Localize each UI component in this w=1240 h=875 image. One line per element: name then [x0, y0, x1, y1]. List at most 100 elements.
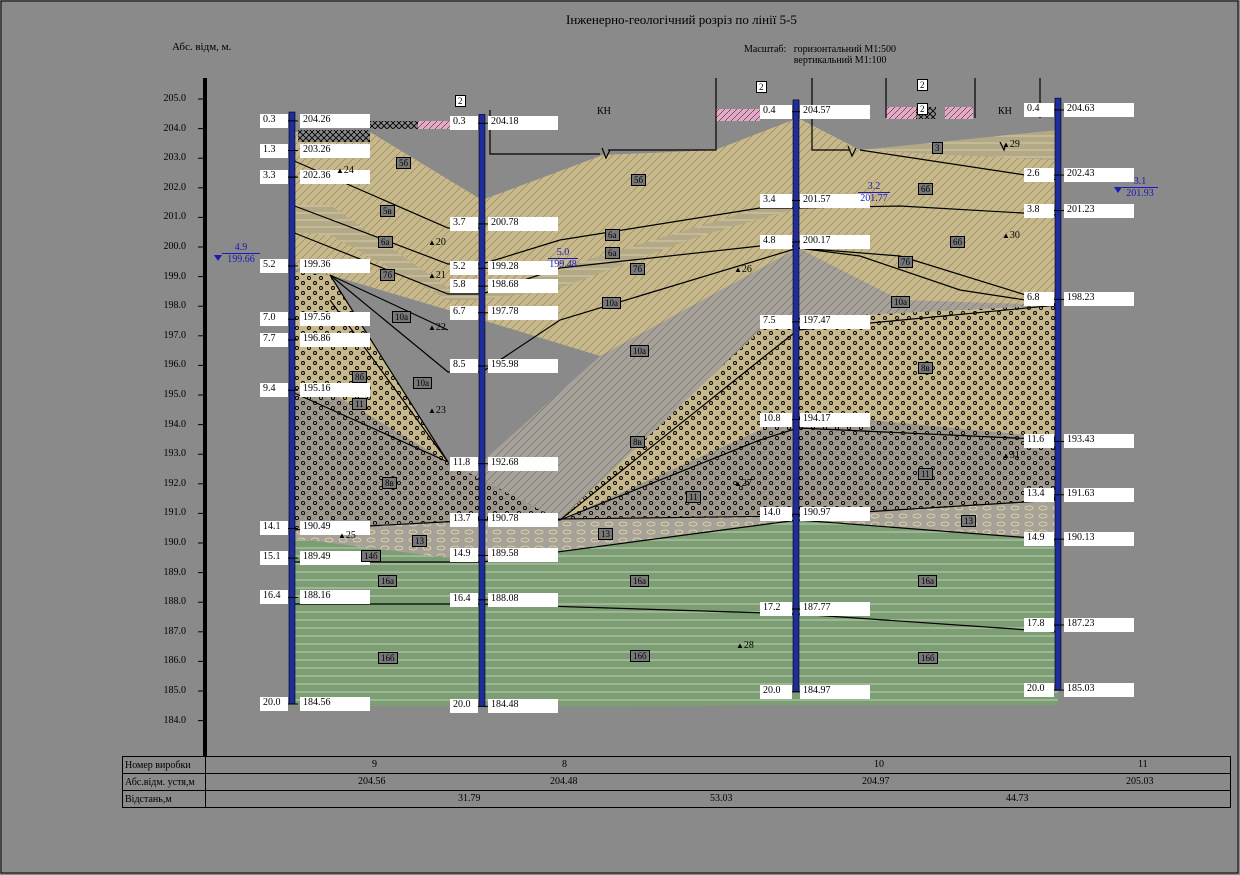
sample-point-label: 31 [1009, 450, 1020, 461]
triangle-icon: ▲ [1002, 140, 1010, 149]
layer-elevation: 192.68 [488, 456, 558, 471]
layer-depth: 15.1 [260, 551, 288, 566]
layer-elevation: 190.97 [800, 507, 870, 522]
layer-elevation: 191.63 [1064, 487, 1134, 502]
elevation-tick-label: 185.0 [163, 685, 187, 696]
elevation-tick-label: 192.0 [163, 477, 187, 489]
sample-point: ▲30 [1002, 230, 1020, 242]
elevation-tick-label: 184.0 [163, 714, 187, 726]
elevations-row: 204.56 204.48 204.97 205.03 [205, 773, 1231, 791]
layer-code: 8б [352, 371, 368, 383]
layer-depth: 8.5 [450, 358, 478, 373]
elevation-tick-label: 204.0 [163, 122, 187, 134]
layer-elevation: 197.56 [300, 312, 370, 327]
triangle-icon: ▲ [734, 479, 742, 488]
layer-code: 8в [630, 436, 645, 448]
layer-elevation: 198.68 [488, 279, 558, 294]
layer-elevation: 202.36 [300, 170, 370, 185]
layer-elevation: 185.03 [1064, 683, 1134, 698]
layer-elevation: 204.63 [1064, 102, 1134, 117]
elevation-tick-label: 189.0 [163, 566, 187, 578]
layer-depth: 5.2 [260, 258, 288, 273]
layer-depth: 0.4 [760, 104, 792, 119]
layer-elevation: 195.98 [488, 358, 558, 373]
sample-point-label: 30 [1009, 230, 1020, 241]
layer-code: 16б [630, 650, 650, 662]
distance-value: 44.73 [1006, 793, 1029, 804]
triangle-icon: ▲ [736, 641, 744, 650]
well-number: 9 [372, 759, 377, 770]
distances-row: 31.79 53.03 44.73 [205, 790, 1231, 808]
layer-code: 11 [918, 468, 933, 480]
layer-depth: 5.8 [450, 279, 478, 294]
layer-elevation: 197.78 [488, 305, 558, 320]
layer-depth: 6.8 [1024, 292, 1054, 307]
layer-elevation: 201.23 [1064, 203, 1134, 218]
layer-elevation: 200.17 [800, 234, 870, 249]
section-drawing [0, 0, 1239, 874]
sample-point-label: 28 [743, 640, 754, 651]
sample-point-label: 25 [345, 530, 356, 541]
layer-elevation: 190.78 [488, 512, 558, 527]
layer-elevation: 197.47 [800, 314, 870, 329]
layer-elevation: 198.23 [1064, 292, 1134, 307]
geological-section: Інженерно-геологічний розріз по лінії 5-… [0, 0, 1240, 875]
sample-point: ▲26 [734, 264, 752, 276]
layer-depth: 1.3 [260, 143, 288, 158]
numbers-row: 9 8 10 11 [205, 756, 1231, 774]
layer-elevation: 199.36 [300, 258, 370, 273]
sample-point: ▲28 [736, 640, 754, 652]
layer-code: 10а [891, 296, 910, 308]
sample-point-label: 21 [435, 270, 446, 281]
layer-code: 16а [918, 575, 937, 587]
row-label-elevation: Абс.відм. устя,м [122, 773, 206, 791]
water-level-icon [1114, 187, 1122, 193]
water-level-icon [214, 255, 222, 261]
layer-depth: 3.4 [760, 193, 792, 208]
layer-depth: 11.8 [450, 456, 478, 471]
borehole-column [288, 111, 296, 705]
layer-elevation: 190.13 [1064, 532, 1134, 547]
layer-elevation: 188.16 [300, 590, 370, 605]
triangle-icon: ▲ [336, 166, 344, 175]
layer-elevation: 200.78 [488, 216, 558, 231]
elevation-tick-label: 190.0 [163, 537, 187, 548]
layer-code: 11 [686, 491, 701, 503]
layer-depth: 2.6 [1024, 168, 1054, 183]
layer-depth: 14.0 [760, 507, 792, 522]
layer-code: 2 [917, 103, 928, 115]
layer-elevation: 196.86 [300, 332, 370, 347]
distance-value: 53.03 [710, 793, 733, 804]
sample-point-label: 22 [435, 322, 446, 333]
sample-point: ▲24 [336, 165, 354, 177]
sample-point-label: 24 [343, 165, 354, 176]
well-number: 10 [874, 759, 884, 770]
layer-depth: 0.3 [260, 113, 288, 128]
triangle-icon: ▲ [1002, 231, 1010, 240]
layer-code: 6а [605, 247, 620, 259]
row-label-distance: Відстань,м [122, 790, 206, 808]
layer-depth: 5.2 [450, 261, 478, 276]
layer-depth: 7.5 [760, 314, 792, 329]
layer-code: 10а [392, 311, 411, 323]
layer-depth: 14.1 [260, 521, 288, 536]
row-label-number: Номер виробки [122, 756, 206, 774]
layer-depth: 17.8 [1024, 617, 1054, 632]
layer-code: 2 [917, 79, 928, 91]
layer-elevation: 189.58 [488, 548, 558, 563]
layer-depth: 20.0 [450, 699, 478, 714]
layer-depth: 13.4 [1024, 487, 1054, 502]
layer-elevation: 203.26 [300, 143, 370, 158]
layer-code: 13 [598, 528, 613, 540]
layer-depth: 20.0 [260, 697, 288, 712]
layer-depth: 0.4 [1024, 102, 1054, 117]
distance-value: 31.79 [458, 793, 481, 804]
layer-code: 8в [382, 477, 397, 489]
elevation-tick-label: 186.0 [163, 655, 187, 667]
layer-elevation: 184.97 [800, 684, 870, 699]
elevation-tick-label: 203.0 [163, 152, 187, 164]
layer-depth: 16.4 [450, 592, 478, 607]
elevation-tick-label: 193.0 [163, 448, 187, 460]
water-level: 3.1 201.93 [1122, 176, 1158, 199]
layer-code: 5б [631, 174, 647, 186]
